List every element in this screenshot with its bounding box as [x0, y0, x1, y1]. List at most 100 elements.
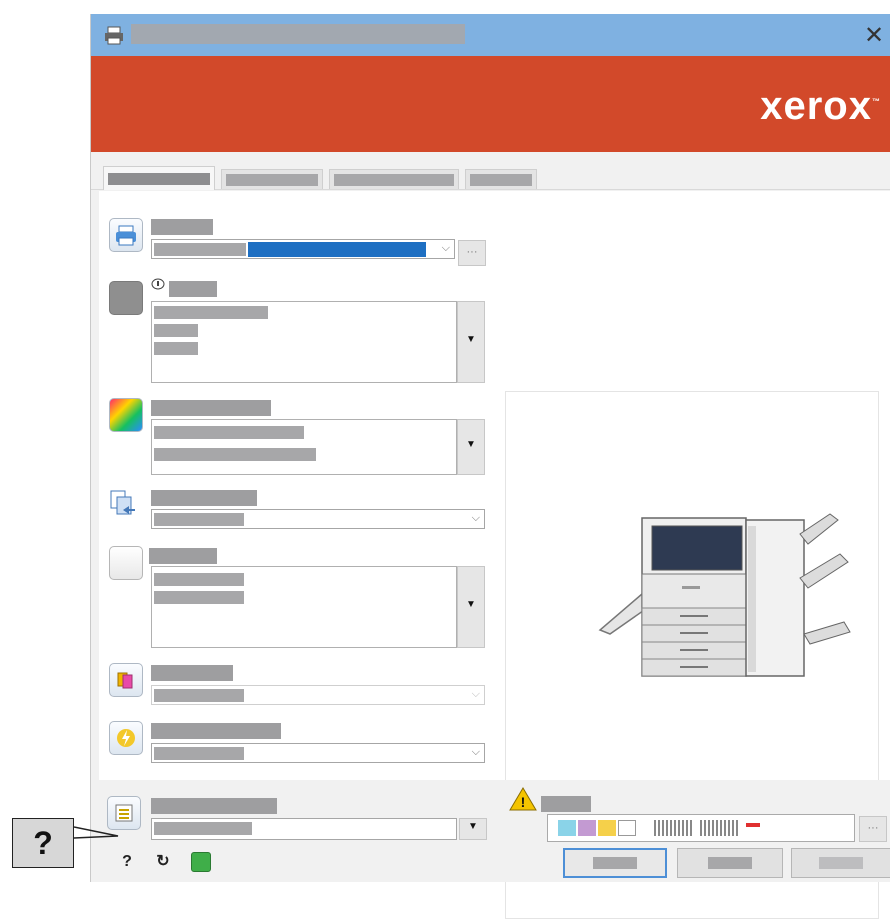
more-icon: ···	[867, 822, 879, 834]
stapling-icon	[109, 663, 143, 697]
paper-list[interactable]	[151, 301, 457, 383]
output-select[interactable]: ⌵	[151, 685, 485, 705]
list-item	[154, 573, 244, 586]
printer-icon	[105, 26, 123, 45]
printer-selection-highlight	[248, 242, 426, 257]
chevron-down-icon: ⌵	[471, 746, 480, 758]
eco-value	[154, 747, 244, 760]
color-icon	[109, 398, 143, 432]
presets-dropdown-button[interactable]: ▼	[459, 818, 487, 840]
settings-summary[interactable]	[547, 814, 855, 842]
color-label	[151, 400, 271, 416]
printer-name	[154, 243, 246, 256]
color-list[interactable]	[151, 419, 457, 475]
ok-button[interactable]	[563, 848, 667, 878]
printer-more-button[interactable]: ···	[458, 240, 486, 266]
status-button[interactable]	[189, 850, 213, 874]
status-label	[541, 796, 591, 812]
xerox-logo: xerox™	[760, 86, 881, 126]
help-callout: ?	[12, 818, 74, 868]
summary-finishing-icon	[700, 820, 740, 836]
trademark-mark: ™	[872, 97, 881, 106]
cancel-button-label	[708, 857, 752, 869]
finishing-list[interactable]	[151, 566, 457, 648]
chevron-down-icon: ⌵	[471, 512, 480, 524]
caret-down-icon: ▼	[468, 821, 478, 832]
paper-label	[169, 281, 217, 297]
two-sided-select[interactable]: ⌵	[151, 509, 485, 529]
two-sided-label	[151, 490, 257, 506]
warning-glyph: !	[521, 794, 526, 810]
chevron-down-icon: ⌵	[471, 688, 480, 700]
tab-label	[470, 174, 532, 186]
eco-icon	[109, 721, 143, 755]
eco-select[interactable]: ⌵	[151, 743, 485, 763]
list-item	[154, 342, 198, 355]
tab-printing-options[interactable]	[103, 166, 215, 190]
warning-icon: !	[509, 787, 537, 811]
caret-down-icon: ▼	[466, 439, 476, 450]
tab-advanced[interactable]	[465, 169, 537, 189]
presets-icon	[107, 796, 141, 830]
brand-name: xerox	[760, 84, 872, 128]
finishing-icon	[109, 546, 143, 580]
output-label	[151, 665, 233, 681]
apply-button[interactable]	[791, 848, 890, 878]
copies-icon	[110, 490, 135, 515]
printer-icon	[109, 218, 143, 252]
list-item	[154, 426, 304, 439]
apply-button-label	[819, 857, 863, 869]
chevron-down-icon: ⌵	[441, 242, 450, 254]
callout-pointer	[74, 826, 119, 839]
help-icon: ?	[122, 853, 132, 870]
help-button[interactable]: ?	[115, 850, 139, 874]
tab-label	[334, 174, 454, 186]
paper-info-icon	[151, 278, 165, 290]
eco-label	[151, 723, 281, 739]
presets-select[interactable]	[151, 818, 457, 840]
paper-icon	[109, 281, 143, 315]
printer-select[interactable]: ⌵	[151, 239, 455, 259]
ok-button-label	[593, 857, 637, 869]
color-dropdown-button[interactable]: ▼	[457, 419, 485, 475]
list-item	[154, 448, 316, 461]
reset-button[interactable]: ↻	[151, 850, 175, 874]
summary-color-icon	[578, 820, 596, 836]
list-item	[154, 324, 198, 337]
output-value	[154, 689, 244, 702]
tab-document-options[interactable]	[329, 169, 459, 189]
finishing-label	[149, 548, 217, 564]
cancel-button[interactable]	[677, 848, 783, 878]
title-bar: ✕	[91, 14, 890, 56]
more-icon: ···	[466, 246, 478, 258]
tab-strip	[91, 152, 890, 190]
callout-text: ?	[33, 825, 53, 861]
status-icon	[191, 852, 211, 872]
tab-label	[226, 174, 318, 186]
paper-dropdown-button[interactable]: ▼	[457, 301, 485, 383]
summary-paper-icon	[558, 820, 576, 836]
finishing-dropdown-button[interactable]: ▼	[457, 566, 485, 648]
list-item	[154, 306, 268, 319]
presets-value	[154, 822, 252, 835]
brand-banner: xerox™	[91, 56, 890, 152]
tab-image-options[interactable]	[221, 169, 323, 189]
caret-down-icon: ▼	[466, 334, 476, 345]
presets-label	[151, 798, 277, 814]
two-sided-value	[154, 513, 244, 526]
summary-blank-icon	[618, 820, 636, 836]
tab-label	[108, 173, 210, 185]
caret-down-icon: ▼	[466, 599, 476, 610]
dialog-footer: ▼ ! ··· ? ↻	[91, 780, 890, 882]
list-item	[154, 591, 244, 604]
summary-media-icon	[598, 820, 616, 836]
options-panel: ⌵ ··· ▼ ▼ ⌵ ▼ ⌵ ⌵	[99, 191, 890, 919]
print-dialog: ✕ xerox™ ⌵ ··· ▼ ▼ ⌵ ▼ ⌵ ⌵ ▼ ! ··· ? ↻	[90, 14, 890, 919]
window-title	[131, 24, 465, 44]
summary-layout-icon	[654, 820, 694, 836]
close-button[interactable]: ✕	[857, 20, 890, 52]
summary-output-icon	[746, 823, 760, 827]
reset-icon: ↻	[156, 853, 170, 870]
summary-more-button[interactable]: ···	[859, 816, 887, 842]
close-icon: ✕	[863, 22, 885, 49]
